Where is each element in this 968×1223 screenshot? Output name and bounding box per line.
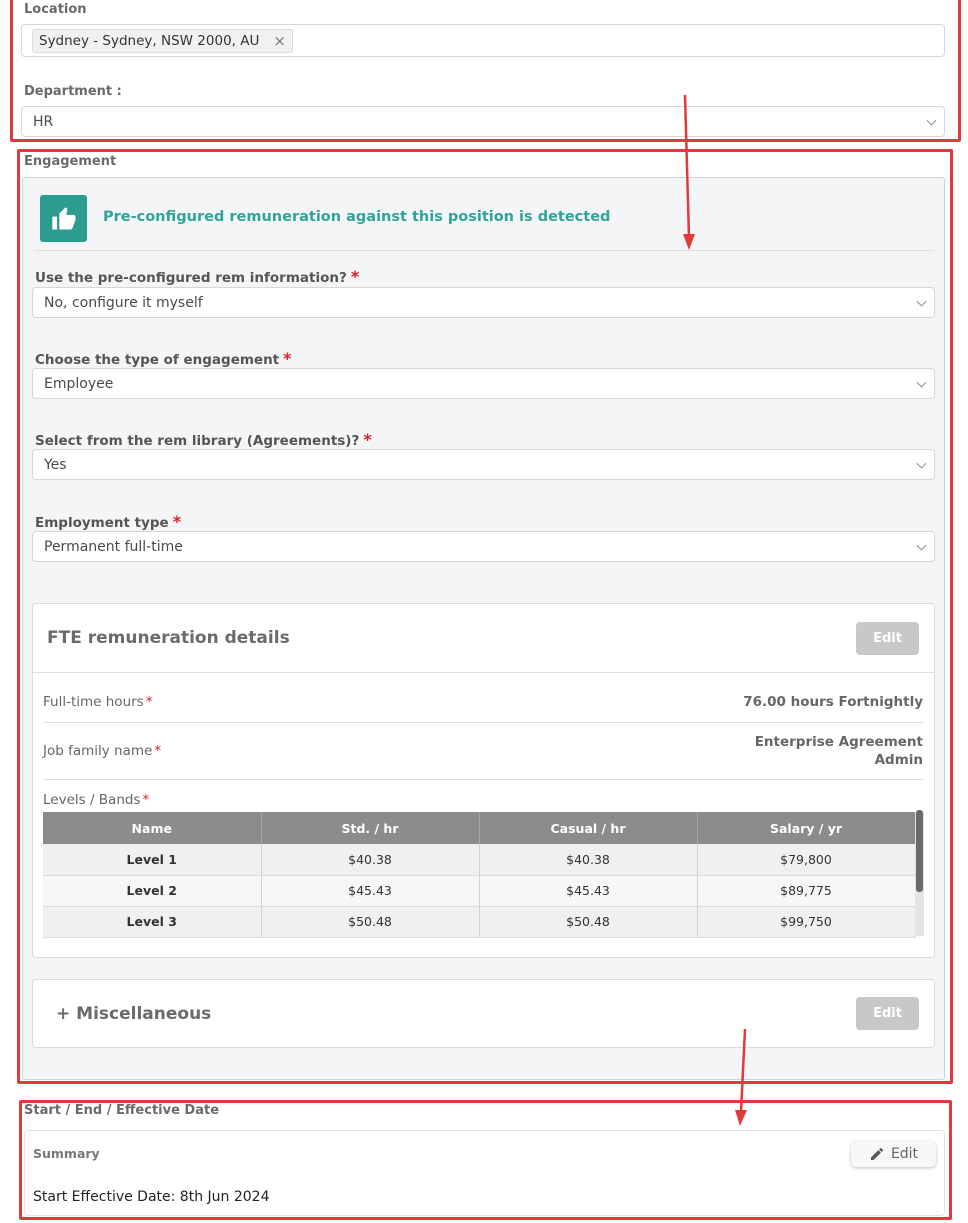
- table-scrollbar-thumb[interactable]: [916, 810, 923, 892]
- pencil-icon: [870, 1147, 883, 1160]
- employment-type-select[interactable]: Permanent full-time: [32, 531, 935, 562]
- location-label: Location: [24, 2, 87, 17]
- job-family-value-line1: Enterprise Agreement: [754, 734, 923, 750]
- location-tag: Sydney - Sydney, NSW 2000, AU ×: [32, 28, 293, 53]
- rem-library-value: Yes: [44, 456, 67, 473]
- cell-name: Level 1: [43, 844, 262, 876]
- chevron-down-icon: [916, 377, 927, 388]
- banner-divider: [34, 250, 934, 251]
- department-value: HR: [33, 113, 54, 130]
- job-family-value-line2: Admin: [874, 752, 923, 768]
- preconfigured-banner-text: Pre-configured remuneration against this…: [103, 209, 611, 225]
- col-header-casual[interactable]: Casual / hr: [479, 812, 698, 844]
- chevron-down-icon: [926, 115, 937, 126]
- start-effective-date: Start Effective Date: 8th Jun 2024: [33, 1189, 270, 1205]
- fte-title: FTE remuneration details: [47, 628, 290, 648]
- summary-label: Summary: [33, 1146, 100, 1161]
- question-label-preconfigured: Use the pre-configured rem information? *: [35, 267, 360, 286]
- engagement-label: Engagement: [24, 154, 117, 169]
- cell-std: $45.43: [261, 875, 480, 907]
- fte-edit-button[interactable]: Edit: [856, 622, 919, 655]
- job-family-label: Job family name *: [43, 743, 162, 759]
- levels-table: Name Std. / hr Casual / hr Salary / yr L…: [43, 812, 916, 938]
- cell-salary: $79,800: [697, 844, 916, 876]
- cell-casual: $40.38: [479, 844, 698, 876]
- cell-casual: $45.43: [479, 875, 698, 907]
- misc-edit-button[interactable]: Edit: [856, 997, 919, 1030]
- preconfigured-select[interactable]: No, configure it myself: [32, 287, 935, 318]
- col-header-std[interactable]: Std. / hr: [261, 812, 480, 844]
- employment-type-value: Permanent full-time: [44, 538, 183, 555]
- misc-title[interactable]: + Miscellaneous: [56, 1004, 211, 1024]
- row-divider: [43, 722, 924, 723]
- preconfigured-value: No, configure it myself: [44, 294, 203, 311]
- dates-edit-button[interactable]: Edit: [851, 1141, 936, 1167]
- table-row[interactable]: Level 3 $50.48 $50.48 $99,750: [43, 906, 916, 938]
- col-header-name[interactable]: Name: [43, 812, 262, 844]
- cell-salary: $99,750: [697, 906, 916, 938]
- table-row[interactable]: Level 1 $40.38 $40.38 $79,800: [43, 844, 916, 876]
- thumbs-up-icon: [40, 195, 87, 242]
- location-tag-label: Sydney - Sydney, NSW 2000, AU: [39, 32, 260, 49]
- question-label-engagement-type: Choose the type of engagement *: [35, 349, 292, 368]
- col-header-salary[interactable]: Salary / yr: [697, 812, 916, 844]
- cell-name: Level 3: [43, 906, 262, 938]
- remove-tag-icon[interactable]: ×: [273, 32, 286, 50]
- row-divider: [43, 779, 924, 780]
- department-label: Department :: [24, 84, 122, 99]
- fte-header-divider: [33, 672, 934, 673]
- full-time-hours-label: Full-time hours *: [43, 694, 153, 710]
- chevron-down-icon: [916, 296, 927, 307]
- table-header-row: Name Std. / hr Casual / hr Salary / yr: [43, 812, 916, 844]
- chevron-down-icon: [916, 458, 927, 469]
- dates-label: Start / End / Effective Date: [24, 1103, 220, 1118]
- question-label-employment-type: Employment type *: [35, 512, 182, 531]
- location-multiselect[interactable]: Sydney - Sydney, NSW 2000, AU ×: [21, 24, 945, 57]
- cell-name: Level 2: [43, 875, 262, 907]
- engagement-type-value: Employee: [44, 375, 114, 392]
- department-select[interactable]: HR: [21, 106, 945, 137]
- full-time-hours-value: 76.00 hours Fortnightly: [743, 694, 923, 710]
- engagement-type-select[interactable]: Employee: [32, 368, 935, 399]
- chevron-down-icon: [916, 540, 927, 551]
- thumbs-up-glyph: [51, 206, 76, 229]
- cell-std: $50.48: [261, 906, 480, 938]
- cell-std: $40.38: [261, 844, 480, 876]
- dates-edit-label: Edit: [890, 1146, 919, 1162]
- cell-salary: $89,775: [697, 875, 916, 907]
- cell-casual: $50.48: [479, 906, 698, 938]
- levels-label: Levels / Bands *: [43, 792, 150, 808]
- table-row[interactable]: Level 2 $45.43 $45.43 $89,775: [43, 875, 916, 907]
- rem-library-select[interactable]: Yes: [32, 449, 935, 480]
- question-label-rem-library: Select from the rem library (Agreements)…: [35, 430, 372, 449]
